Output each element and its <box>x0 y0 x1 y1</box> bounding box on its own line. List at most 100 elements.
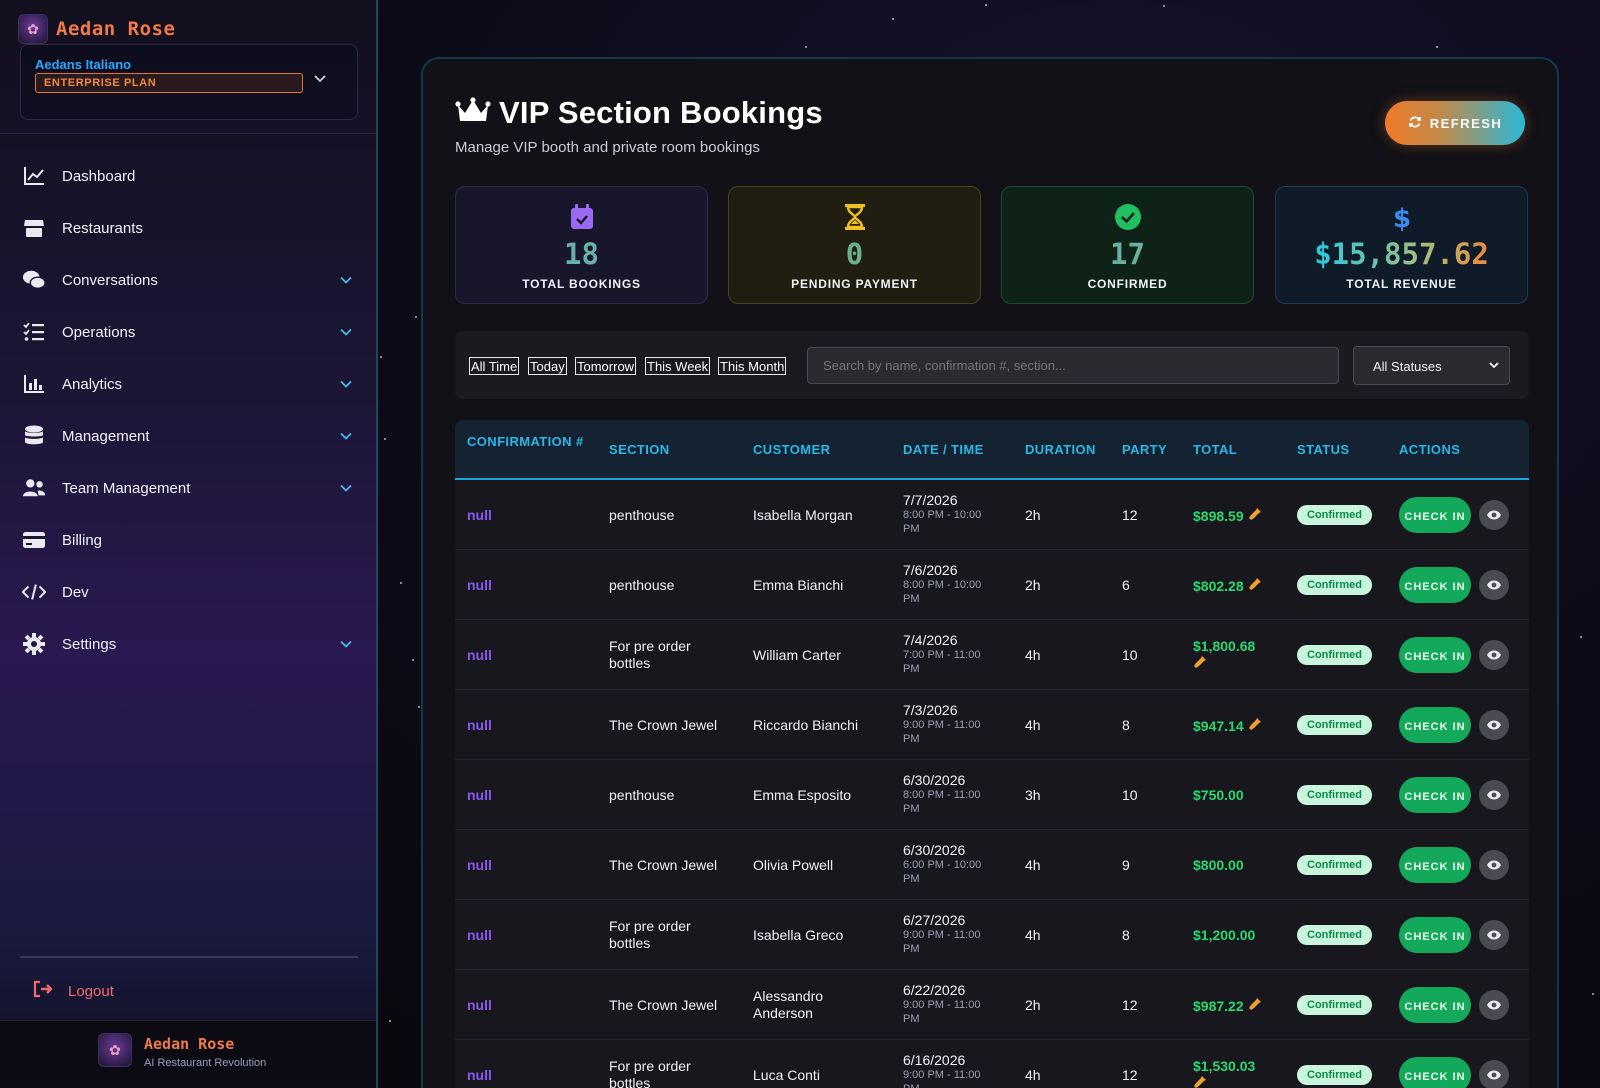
refresh-button[interactable]: REFRESH <box>1385 101 1525 145</box>
section-name: For pre order bottles <box>609 1058 691 1088</box>
check-in-button[interactable]: CHECK IN <box>1399 497 1471 533</box>
sidebar-item-conversations[interactable]: Conversations <box>0 254 376 306</box>
chevron-down-icon <box>1489 358 1499 372</box>
confirmation-number[interactable]: null <box>467 717 492 733</box>
table-row[interactable]: null penthouse Emma Esposito 6/30/2026 8:00 … <box>455 760 1529 830</box>
logout-button[interactable]: Logout <box>32 980 114 1002</box>
view-details-eye-icon[interactable] <box>1479 990 1509 1020</box>
sidebar-item-team-management[interactable]: Team Management <box>0 462 376 514</box>
section-name: penthouse <box>609 507 675 523</box>
brand[interactable]: ✿ Aedan Rose <box>18 14 175 44</box>
table-row[interactable]: null penthouse Isabella Morgan 7/7/2026 8:00… <box>455 480 1529 550</box>
chevron-down-icon[interactable] <box>340 428 352 443</box>
duration: 4h <box>1025 647 1041 663</box>
check-in-button[interactable]: CHECK IN <box>1399 567 1471 603</box>
status-badge: Confirmed <box>1297 1065 1372 1085</box>
total-cell: $947.14 <box>1193 717 1273 735</box>
duration: 3h <box>1025 787 1041 803</box>
booking-date: 7/6/2026 <box>903 562 958 578</box>
view-details-eye-icon[interactable] <box>1479 780 1509 810</box>
chevron-down-icon[interactable] <box>340 376 352 391</box>
view-details-eye-icon[interactable] <box>1479 920 1509 950</box>
sidebar-item-label: Analytics <box>62 375 123 393</box>
duration: 2h <box>1025 507 1041 523</box>
hourglass-icon <box>844 203 866 231</box>
table-row[interactable]: null For pre order bottles Isabella Greco 6… <box>455 900 1529 970</box>
filter-chip-today[interactable]: Today <box>528 357 567 375</box>
booking-time: 9:00 PM - 11:00 PM <box>903 999 981 1025</box>
search-input[interactable] <box>807 347 1339 384</box>
confirmation-number[interactable]: null <box>467 787 492 803</box>
section-name: For pre order bottles <box>609 918 691 951</box>
filter-chip-this-month[interactable]: This Month <box>718 357 787 375</box>
confirmation-number[interactable]: null <box>467 927 492 943</box>
booking-time: 6:00 PM - 10:00 PM <box>903 859 982 885</box>
view-details-eye-icon[interactable] <box>1479 640 1509 670</box>
booking-date: 6/16/2026 <box>903 1052 966 1068</box>
col-header-party: PARTY <box>1122 442 1168 457</box>
booking-datetime: 6/30/2026 8:00 PM - 11:00 PM <box>903 772 995 816</box>
stat-confirmed: 17 CONFIRMED <box>1001 186 1254 304</box>
view-details-eye-icon[interactable] <box>1479 850 1509 880</box>
bar-chart-icon <box>22 373 46 395</box>
col-header-duration: DURATION <box>1025 442 1096 457</box>
bottle-icon <box>1248 508 1262 524</box>
confirmation-number[interactable]: null <box>467 647 492 663</box>
check-in-button[interactable]: CHECK IN <box>1399 987 1471 1023</box>
sidebar-item-operations[interactable]: Operations <box>0 306 376 358</box>
duration: 4h <box>1025 857 1041 873</box>
sidebar-item-dev[interactable]: Dev <box>0 566 376 618</box>
confirmation-number[interactable]: null <box>467 577 492 593</box>
organization-switcher[interactable]: Aedans Italiano ENTERPRISE PLAN <box>20 44 358 120</box>
filter-chip-this-week[interactable]: This Week <box>645 357 711 375</box>
sidebar-item-restaurants[interactable]: Restaurants <box>0 202 376 254</box>
chevron-down-icon[interactable] <box>313 71 327 87</box>
col-header-datetime: DATE / TIME <box>903 442 984 457</box>
check-in-button[interactable]: CHECK IN <box>1399 707 1471 743</box>
filter-chip-tomorrow[interactable]: Tomorrow <box>575 357 637 375</box>
check-in-button[interactable]: CHECK IN <box>1399 847 1471 883</box>
view-details-eye-icon[interactable] <box>1479 570 1509 600</box>
table-row[interactable]: null The Crown Jewel Alessandro Anderson 6/… <box>455 970 1529 1040</box>
sidebar-item-billing[interactable]: Billing <box>0 514 376 566</box>
check-in-button[interactable]: CHECK IN <box>1399 1057 1471 1088</box>
check-in-button[interactable]: CHECK IN <box>1399 917 1471 953</box>
table-row[interactable]: null For pre order bottles William Carter 7… <box>455 620 1529 690</box>
confirmation-number[interactable]: null <box>467 857 492 873</box>
table-row[interactable]: null For pre order bottles Luca Conti 6/16/… <box>455 1040 1529 1088</box>
check-in-button[interactable]: CHECK IN <box>1399 777 1471 813</box>
chevron-down-icon[interactable] <box>340 636 352 651</box>
check-in-button[interactable]: CHECK IN <box>1399 637 1471 673</box>
chevron-down-icon[interactable] <box>340 480 352 495</box>
table-row[interactable]: null penthouse Emma Bianchi 7/6/2026 8:00 PM… <box>455 550 1529 620</box>
booking-datetime: 6/30/2026 6:00 PM - 10:00 PM <box>903 842 995 886</box>
view-details-eye-icon[interactable] <box>1479 500 1509 530</box>
sidebar-item-management[interactable]: Management <box>0 410 376 462</box>
brand-name: Aedan Rose <box>56 18 176 40</box>
total-amount: $1,530.03 <box>1193 1058 1256 1074</box>
view-details-eye-icon[interactable] <box>1479 710 1509 740</box>
table-header: CONFIRMATION # SECTION CUSTOMER DATE / T… <box>455 420 1529 480</box>
status-filter-select[interactable]: All Statuses <box>1353 346 1510 385</box>
total-amount: $1,800.68 <box>1193 638 1256 654</box>
confirmation-number[interactable]: null <box>467 1067 492 1083</box>
chevron-down-icon[interactable] <box>340 272 352 287</box>
stat-pending-payment: 0 PENDING PAYMENT <box>728 186 981 304</box>
view-details-eye-icon[interactable] <box>1479 1060 1509 1088</box>
sidebar-item-dashboard[interactable]: Dashboard <box>0 150 376 202</box>
confirmation-number[interactable]: null <box>467 507 492 523</box>
total-amount: $1,200.00 <box>1193 927 1256 943</box>
table-row[interactable]: null The Crown Jewel Olivia Powell 6/30/202… <box>455 830 1529 900</box>
sidebar-item-label: Billing <box>62 531 103 549</box>
sidebar-item-settings[interactable]: Settings <box>0 618 376 670</box>
filter-chip-all-time[interactable]: All Time <box>469 357 520 375</box>
chevron-down-icon[interactable] <box>340 324 352 339</box>
dollar-icon: $ <box>1392 203 1412 231</box>
sidebar-item-label: Dev <box>62 583 89 601</box>
confirmation-number[interactable]: null <box>467 997 492 1013</box>
sidebar-item-label: Conversations <box>62 271 158 289</box>
duration: 2h <box>1025 997 1041 1013</box>
sidebar-item-analytics[interactable]: Analytics <box>0 358 376 410</box>
table-row[interactable]: null The Crown Jewel Riccardo Bianchi 7/3/2… <box>455 690 1529 760</box>
col-header-customer: CUSTOMER <box>753 442 831 457</box>
